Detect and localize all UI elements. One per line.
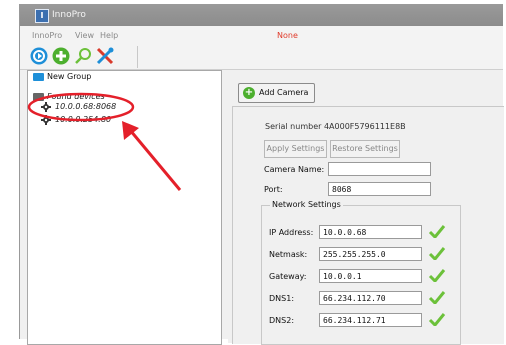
add-camera-label: Add Camera [259,88,309,97]
port-field[interactable]: 8068 [328,182,431,196]
connect-button[interactable] [30,47,48,65]
dns1-field[interactable]: 66.234.112.70 [319,291,422,305]
app-title: InnoPro [52,10,86,20]
serial-number: Serial number 4A000F5796111E8B [265,122,406,131]
device-label: 10.0.0.68:8068 [55,102,117,111]
gear-icon [41,102,51,112]
tools-icon [96,47,114,65]
play-circle-icon [30,47,48,65]
tools-button[interactable] [96,47,114,65]
gear-icon [41,115,51,125]
toolbar-separator [137,46,138,68]
gateway-label: Gateway: [269,272,307,281]
tree-item-new-group[interactable]: New Group [28,71,221,83]
checkmark-icon [428,313,446,326]
search-button[interactable] [74,47,92,65]
device-tree: New Group Found devices 10.0.0.68:8068 1… [27,70,222,345]
port-label: Port: [264,185,283,194]
tree-label: Found devices [47,92,105,101]
toolbar [20,44,503,70]
gateway-field[interactable]: 10.0.0.1 [319,269,422,283]
plus-circle-icon: + [243,87,255,99]
menu-help[interactable]: Help [100,31,118,40]
restore-settings-button[interactable]: Restore Settings [330,140,400,158]
checkmark-icon [428,247,446,260]
folder-icon [33,93,44,101]
tree-label: New Group [47,72,92,81]
camera-settings: Serial number 4A000F5796111E8B Apply Set… [232,106,504,345]
menu-innopro[interactable]: InnoPro [32,31,62,40]
app-logo-icon: I [35,9,49,23]
menu-bar: InnoPro View Help None [20,26,503,44]
camera-name-field[interactable] [328,162,431,176]
app-window: I InnoPro InnoPro View Help None New Gro… [19,4,504,345]
apply-settings-button[interactable]: Apply Settings [264,140,327,158]
ip-address-field[interactable]: 10.0.0.68 [319,225,422,239]
ip-address-label: IP Address: [269,228,314,237]
magnifier-icon [75,48,91,64]
plus-circle-icon [52,47,70,65]
device-label: 10.0.0.254:80 [55,115,112,124]
menu-view[interactable]: View [75,31,94,40]
dns1-label: DNS1: [269,294,295,303]
camera-name-label: Camera Name: [264,165,325,174]
dns2-field[interactable]: 66.234.112.71 [319,313,422,327]
dns2-label: DNS2: [269,316,295,325]
checkmark-icon [428,291,446,304]
camera-panel: + Add Camera Serial number 4A000F5796111… [228,70,504,345]
netmask-field[interactable]: 255.255.255.0 [319,247,422,261]
add-camera-button[interactable]: + Add Camera [238,83,315,103]
netmask-label: Netmask: [269,250,308,259]
network-settings-title: Network Settings [270,200,343,209]
checkmark-icon [428,225,446,238]
tree-item-device[interactable]: 10.0.0.254:80 [28,114,221,126]
checkmark-icon [428,269,446,282]
add-button[interactable] [52,47,70,65]
tree-item-device[interactable]: 10.0.0.68:8068 [28,101,221,113]
network-settings-group: Network Settings IP Address: 10.0.0.68 N… [261,200,461,345]
folder-icon [33,73,44,81]
status-text: None [277,31,298,40]
title-bar: I InnoPro [20,4,503,26]
